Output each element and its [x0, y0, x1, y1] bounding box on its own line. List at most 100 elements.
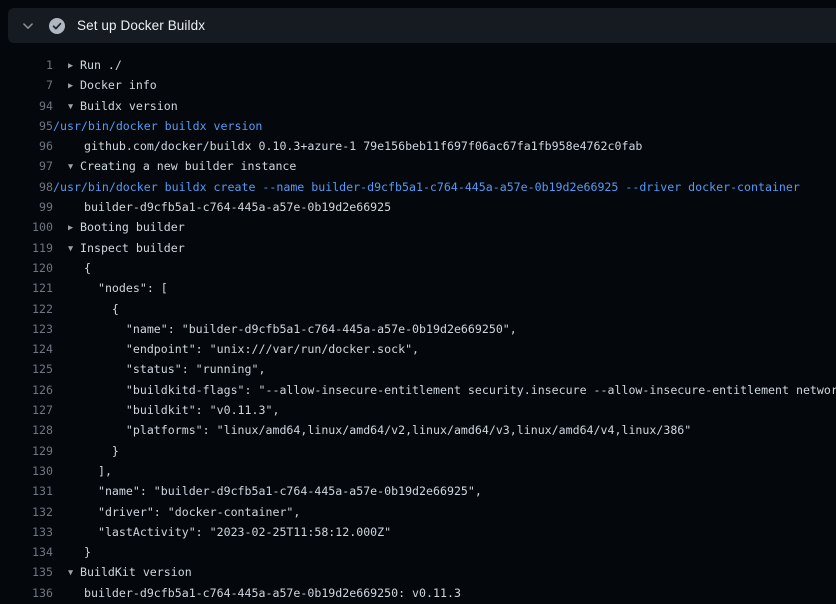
- log-line: 123 "name": "builder-d9cfb5a1-c764-445a-…: [0, 319, 836, 339]
- line-number[interactable]: 130: [0, 461, 53, 481]
- log-line: 124 "endpoint": "unix:///var/run/docker.…: [0, 339, 836, 359]
- output-text: {: [53, 299, 836, 319]
- line-number[interactable]: 94: [0, 96, 53, 116]
- output-text: "lastActivity": "2023-02-25T11:58:12.000…: [53, 522, 836, 542]
- log-line[interactable]: 94▼Buildx version: [0, 96, 836, 116]
- group-title: Buildx version: [80, 99, 178, 113]
- line-number[interactable]: 136: [0, 583, 53, 603]
- triangle-right-icon: ▶: [68, 76, 80, 95]
- output-text: "nodes": [: [53, 278, 836, 298]
- output-text: }: [53, 441, 836, 461]
- log-line[interactable]: 100▶Booting builder: [0, 217, 836, 237]
- log-line: 129 }: [0, 441, 836, 461]
- line-number[interactable]: 122: [0, 299, 53, 319]
- log-line[interactable]: 119▼Inspect builder: [0, 238, 836, 258]
- output-text: "name": "builder-d9cfb5a1-c764-445a-a57e…: [53, 319, 836, 339]
- log-group-header[interactable]: ▶Run ./: [53, 55, 836, 75]
- group-title: Docker info: [80, 78, 157, 92]
- line-number[interactable]: 131: [0, 481, 53, 501]
- actions-log-panel: Set up Docker Buildx 1▶Run ./7▶Docker in…: [0, 0, 836, 604]
- check-circle-icon: [35, 18, 65, 34]
- command-text: /usr/bin/docker buildx version: [53, 116, 836, 136]
- log-group-header[interactable]: ▼Buildx version: [53, 96, 836, 116]
- log-group-header[interactable]: ▼BuildKit version: [53, 562, 836, 582]
- output-text: "buildkitd-flags": "--allow-insecure-ent…: [53, 380, 836, 400]
- output-text: "platforms": "linux/amd64,linux/amd64/v2…: [53, 420, 836, 440]
- line-number[interactable]: 127: [0, 400, 53, 420]
- output-text: github.com/docker/buildx 0.10.3+azure-1 …: [53, 136, 836, 156]
- triangle-right-icon: ▶: [68, 218, 80, 237]
- log-line[interactable]: 135▼BuildKit version: [0, 562, 836, 582]
- log-group-header[interactable]: ▼Inspect builder: [53, 238, 836, 258]
- command-text: /usr/bin/docker buildx create --name bui…: [53, 177, 836, 197]
- line-number[interactable]: 1: [0, 55, 53, 75]
- line-number[interactable]: 128: [0, 420, 53, 440]
- step-header[interactable]: Set up Docker Buildx: [8, 8, 836, 43]
- output-text: "endpoint": "unix:///var/run/docker.sock…: [53, 339, 836, 359]
- output-text: builder-d9cfb5a1-c764-445a-a57e-0b19d2e6…: [53, 197, 836, 217]
- triangle-down-icon: ▼: [68, 157, 80, 176]
- output-text: "status": "running",: [53, 359, 836, 379]
- line-number[interactable]: 123: [0, 319, 53, 339]
- line-number[interactable]: 98: [0, 177, 53, 197]
- triangle-down-icon: ▼: [68, 563, 80, 582]
- group-title: Inspect builder: [80, 241, 185, 255]
- log-group-header[interactable]: ▶Booting builder: [53, 217, 836, 237]
- group-title: Booting builder: [80, 220, 185, 234]
- log-group-header[interactable]: ▶Docker info: [53, 75, 836, 95]
- step-title: Set up Docker Buildx: [77, 18, 205, 33]
- log-line[interactable]: 97▼Creating a new builder instance: [0, 156, 836, 176]
- log-line: 133 "lastActivity": "2023-02-25T11:58:12…: [0, 522, 836, 542]
- output-text: }: [53, 542, 836, 562]
- line-number[interactable]: 119: [0, 238, 53, 258]
- line-number[interactable]: 134: [0, 542, 53, 562]
- line-number[interactable]: 124: [0, 339, 53, 359]
- line-number[interactable]: 100: [0, 217, 53, 237]
- line-number[interactable]: 7: [0, 75, 53, 95]
- triangle-down-icon: ▼: [68, 97, 80, 116]
- output-text: "buildkit": "v0.11.3",: [53, 400, 836, 420]
- line-number[interactable]: 96: [0, 136, 53, 156]
- line-number[interactable]: 121: [0, 278, 53, 298]
- output-text: ],: [53, 461, 836, 481]
- group-title: Run ./: [80, 58, 122, 72]
- line-number[interactable]: 125: [0, 359, 53, 379]
- log-line: 126 "buildkitd-flags": "--allow-insecure…: [0, 380, 836, 400]
- line-number[interactable]: 97: [0, 156, 53, 176]
- log-line: 136builder-d9cfb5a1-c764-445a-a57e-0b19d…: [0, 583, 836, 603]
- log-line: 98/usr/bin/docker buildx create --name b…: [0, 177, 836, 197]
- log-line: 125 "status": "running",: [0, 359, 836, 379]
- log-line[interactable]: 1▶Run ./: [0, 55, 836, 75]
- group-title: BuildKit version: [80, 565, 192, 579]
- line-number[interactable]: 135: [0, 562, 53, 582]
- line-number[interactable]: 120: [0, 258, 53, 278]
- log-output: 1▶Run ./7▶Docker info94▼Buildx version95…: [0, 43, 836, 603]
- log-line[interactable]: 7▶Docker info: [0, 75, 836, 95]
- output-text: builder-d9cfb5a1-c764-445a-a57e-0b19d2e6…: [53, 583, 836, 603]
- output-text: "name": "builder-d9cfb5a1-c764-445a-a57e…: [53, 481, 836, 501]
- log-line: 121 "nodes": [: [0, 278, 836, 298]
- log-line: 95/usr/bin/docker buildx version: [0, 116, 836, 136]
- log-line: 99builder-d9cfb5a1-c764-445a-a57e-0b19d2…: [0, 197, 836, 217]
- chevron-down-icon[interactable]: [21, 19, 35, 33]
- triangle-down-icon: ▼: [68, 239, 80, 258]
- log-line: 134}: [0, 542, 836, 562]
- log-line: 127 "buildkit": "v0.11.3",: [0, 400, 836, 420]
- line-number[interactable]: 129: [0, 441, 53, 461]
- log-line: 128 "platforms": "linux/amd64,linux/amd6…: [0, 420, 836, 440]
- line-number[interactable]: 133: [0, 522, 53, 542]
- log-line: 132 "driver": "docker-container",: [0, 502, 836, 522]
- log-line: 122 {: [0, 299, 836, 319]
- triangle-right-icon: ▶: [68, 56, 80, 75]
- log-group-header[interactable]: ▼Creating a new builder instance: [53, 156, 836, 176]
- output-text: {: [53, 258, 836, 278]
- log-line: 131 "name": "builder-d9cfb5a1-c764-445a-…: [0, 481, 836, 501]
- line-number[interactable]: 126: [0, 380, 53, 400]
- group-title: Creating a new builder instance: [80, 159, 296, 173]
- line-number[interactable]: 132: [0, 502, 53, 522]
- log-line: 120{: [0, 258, 836, 278]
- log-line: 96github.com/docker/buildx 0.10.3+azure-…: [0, 136, 836, 156]
- line-number[interactable]: 95: [0, 116, 53, 136]
- log-line: 130 ],: [0, 461, 836, 481]
- line-number[interactable]: 99: [0, 197, 53, 217]
